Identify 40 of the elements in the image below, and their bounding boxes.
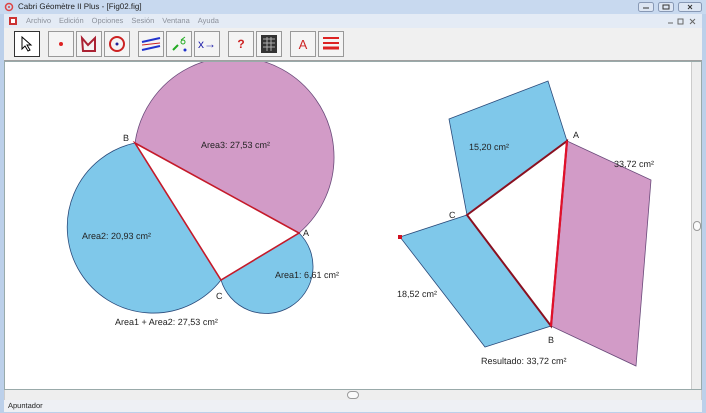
vertex-label: C	[216, 291, 222, 301]
area-label: 18,52 cm²	[397, 289, 438, 299]
tool-button[interactable]: ?	[228, 31, 254, 57]
tool-button[interactable]	[256, 31, 282, 57]
tool-button[interactable]	[76, 31, 102, 57]
tool-button[interactable]	[138, 31, 164, 57]
vertex-label: C	[449, 210, 456, 220]
scrollbar-thumb[interactable]	[347, 391, 359, 399]
tool-button[interactable]: x→	[194, 31, 220, 57]
vertical-scrollbar[interactable]	[691, 62, 701, 389]
tool-button[interactable]	[14, 31, 40, 57]
result-label: Resultado: 33,72 cm²	[481, 356, 567, 366]
text-glyph: A	[298, 38, 308, 50]
area-label: 33,72 cm²	[614, 159, 654, 169]
tool-button[interactable]: A	[290, 31, 316, 57]
minimize-icon[interactable]	[638, 2, 654, 12]
sum-label: Area1 + Area2: 27,53 cm²	[115, 317, 218, 327]
table-icon	[260, 34, 278, 54]
area-label: Area2: 20,93 cm²	[82, 231, 152, 241]
parallel-lines-icon	[141, 36, 161, 52]
vertex-label: B	[548, 335, 554, 345]
circle-icon	[108, 35, 126, 53]
vertex-label: A	[303, 228, 310, 238]
horizontal-scrollbar[interactable]	[4, 390, 702, 400]
point-handle[interactable]	[398, 235, 402, 239]
calculate-glyph: x→	[198, 38, 216, 50]
restore-icon[interactable]	[666, 16, 698, 26]
vertex-label: B	[123, 133, 130, 143]
area-label: Area3: 27,53 cm²	[201, 140, 270, 150]
scrollbar-thumb[interactable]	[692, 220, 700, 230]
window-title: Cabri Géomètre II Plus - [Fig02.fig]	[18, 1, 142, 13]
macro-glyph: ?	[237, 38, 245, 50]
area-label: 15,20 cm²	[469, 142, 510, 152]
polygon-icon	[80, 35, 98, 53]
app-icon	[4, 2, 14, 12]
close-icon[interactable]	[678, 2, 702, 12]
maximize-icon[interactable]	[658, 2, 674, 12]
arrow-pointer-icon	[20, 36, 34, 52]
document-icon	[8, 16, 18, 26]
vertex-label: A	[573, 130, 580, 140]
